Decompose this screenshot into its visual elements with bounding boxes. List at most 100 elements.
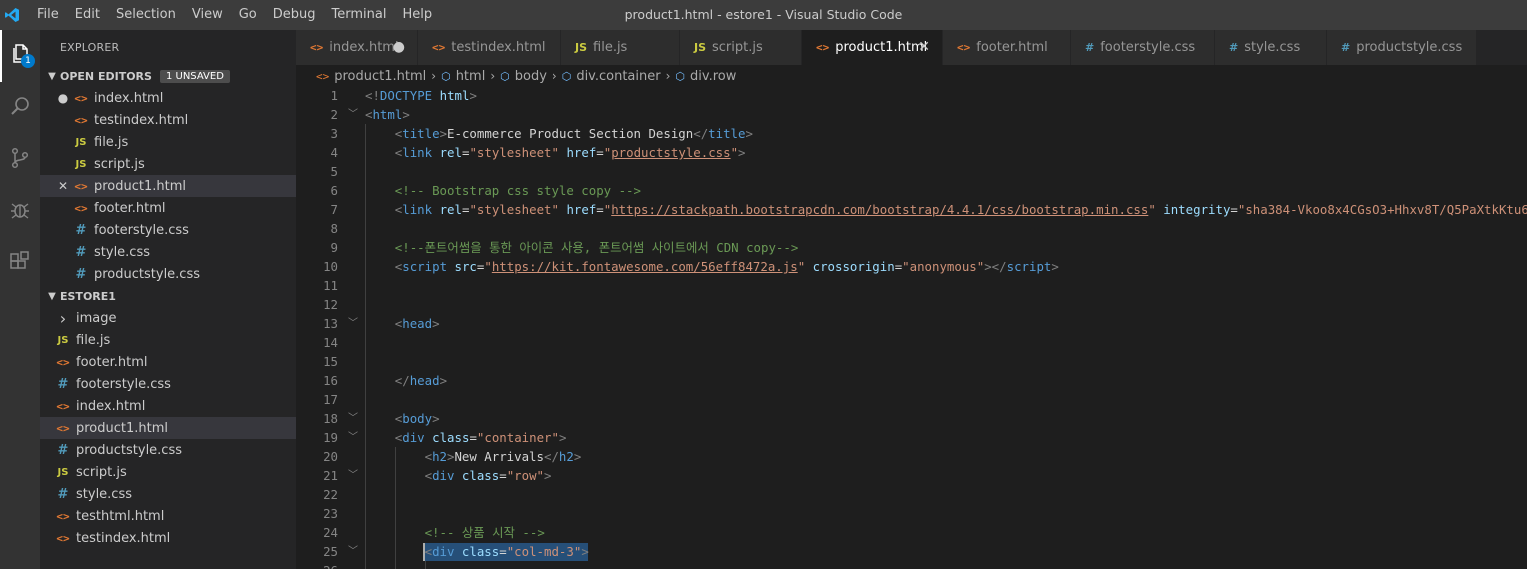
html-file-icon: <> (56, 355, 70, 369)
editor-tabs: <> index.html ● <> testindex.html JS file.js JS… (296, 30, 1527, 65)
code-token: > (738, 145, 746, 160)
search-activity-button[interactable] (0, 82, 40, 134)
code-editor[interactable]: 1 <!DOCTYPE html> 2 ﹀ <html> 3 <title>E-commer… (296, 86, 1527, 569)
open-editor-item[interactable]: JS script.js (40, 153, 296, 175)
search-icon (8, 94, 32, 122)
code-token: DOCTYPE (379, 88, 433, 103)
close-tab-icon[interactable]: ✕ (918, 30, 930, 65)
open-editors-header[interactable]: ▼ OPEN EDITORS 1 UNSAVED (40, 65, 296, 87)
chevron-down-icon: ▼ (48, 70, 56, 82)
menu-item-edit[interactable]: Edit (67, 0, 108, 30)
tab-footerstyle-css[interactable]: # footerstyle.css (1071, 30, 1215, 65)
code-token: "anonymous" (902, 259, 985, 274)
debug-activity-button[interactable] (0, 186, 40, 238)
line-number: 14 (323, 335, 338, 350)
menu-bar: File Edit Selection View Go Debug Terminal Help (29, 0, 440, 30)
tab-label: footer.html (976, 40, 1048, 55)
tab-productstyle-css[interactable]: # productstyle.css (1327, 30, 1477, 65)
menu-item-debug[interactable]: Debug (265, 0, 324, 30)
file-item[interactable]: <> footer.html (40, 351, 296, 373)
menu-item-view[interactable]: View (184, 0, 231, 30)
breadcrumb-item[interactable]: <> product1.html (316, 69, 426, 84)
tab-file-js[interactable]: JS file.js (561, 30, 680, 65)
open-editor-item[interactable]: # style.css (40, 241, 296, 263)
source-control-activity-button[interactable] (0, 134, 40, 186)
js-file-icon: JS (57, 334, 69, 346)
tab-product1-html[interactable]: <> product1.html ✕ (802, 30, 943, 65)
menu-item-terminal[interactable]: Terminal (324, 0, 395, 30)
fold-chevron-icon[interactable]: ﹀ (346, 314, 360, 333)
line-number: 6 (330, 183, 338, 198)
folder-item[interactable]: › image (40, 307, 296, 329)
file-name: style.css (76, 486, 132, 502)
close-icon[interactable]: ✕ (54, 179, 72, 193)
file-name: style.css (94, 244, 150, 260)
tab-style-css[interactable]: # style.css (1215, 30, 1327, 65)
code-token: div (432, 468, 455, 483)
code-token: " (730, 145, 739, 160)
tab-footer-html[interactable]: <> footer.html (943, 30, 1071, 65)
breadcrumb-item[interactable]: ⬡ html (441, 69, 485, 84)
open-editor-item[interactable]: <> footer.html (40, 197, 296, 219)
line-number: 25 (323, 544, 338, 559)
fold-chevron-icon[interactable]: ﹀ (346, 105, 360, 124)
open-editors-list: ● <> index.html <> testindex.html JS file.js JS… (40, 87, 296, 285)
debug-icon (8, 198, 32, 226)
breadcrumb-item[interactable]: ⬡ div.row (675, 69, 736, 84)
html-file-icon: <> (74, 91, 88, 105)
file-item[interactable]: <> index.html (40, 395, 296, 417)
code-token: < (424, 468, 433, 483)
file-item[interactable]: JS script.js (40, 461, 296, 483)
file-item[interactable]: <> product1.html (40, 417, 296, 439)
line-number: 16 (323, 373, 338, 388)
code-token: > (544, 468, 552, 483)
explorer-sidebar: EXPLORER ▼ OPEN EDITORS 1 UNSAVED ● <> ind… (40, 30, 296, 569)
file-item[interactable]: # footerstyle.css (40, 373, 296, 395)
breadcrumb-item[interactable]: ⬡ body (500, 69, 547, 84)
fold-chevron-icon[interactable]: ﹀ (346, 428, 360, 447)
open-editor-item[interactable]: <> testindex.html (40, 109, 296, 131)
menu-item-file[interactable]: File (29, 0, 67, 30)
css-file-icon: # (75, 222, 87, 238)
fold-chevron-icon[interactable]: ﹀ (346, 466, 360, 485)
file-item[interactable]: # productstyle.css (40, 439, 296, 461)
tab-testindex-html[interactable]: <> testindex.html (418, 30, 561, 65)
code-token: integrity (1163, 202, 1231, 217)
extensions-activity-button[interactable] (0, 238, 40, 290)
css-file-icon: # (1341, 41, 1351, 54)
html-file-icon: <> (432, 41, 446, 54)
open-editor-item[interactable]: # productstyle.css (40, 263, 296, 285)
explorer-activity-button[interactable]: 1 (0, 30, 40, 82)
menu-item-go[interactable]: Go (231, 0, 265, 30)
file-item[interactable]: <> testindex.html (40, 527, 296, 549)
line-number: 2 (330, 107, 338, 122)
open-editor-item[interactable]: ● <> index.html (40, 87, 296, 109)
menu-item-selection[interactable]: Selection (108, 0, 184, 30)
code-token: </ (394, 373, 410, 388)
js-file-icon: JS (694, 41, 707, 54)
html-file-icon: <> (310, 41, 324, 54)
open-editor-item[interactable]: # footerstyle.css (40, 219, 296, 241)
code-token: script (1006, 259, 1052, 274)
file-name: footerstyle.css (76, 376, 171, 392)
code-token: < (424, 449, 433, 464)
code-token: > (558, 430, 567, 445)
element-icon: ⬡ (561, 69, 572, 83)
code-line: <link rel="stylesheet" href="productstyl… (395, 143, 746, 162)
code-token: https://kit.fontawesome.com/56eff8472a.j… (491, 259, 798, 274)
folder-header[interactable]: ▼ ESTORE1 (40, 285, 296, 307)
line-number: 26 (296, 561, 338, 569)
open-editor-item[interactable]: ✕ <> product1.html (40, 175, 296, 197)
code-token: > (402, 107, 410, 122)
file-item[interactable]: <> testhtml.html (40, 505, 296, 527)
breadcrumb-item[interactable]: ⬡ div.container (562, 69, 661, 84)
tab-index-html[interactable]: <> index.html ● (296, 30, 418, 65)
file-item[interactable]: JS file.js (40, 329, 296, 351)
fold-chevron-icon[interactable]: ﹀ (346, 409, 360, 428)
open-editor-item[interactable]: JS file.js (40, 131, 296, 153)
fold-chevron-icon[interactable]: ﹀ (346, 542, 360, 561)
tab-script-js[interactable]: JS script.js (680, 30, 802, 65)
menu-item-help[interactable]: Help (394, 0, 440, 30)
html-file-icon: <> (957, 41, 971, 54)
file-item[interactable]: # style.css (40, 483, 296, 505)
